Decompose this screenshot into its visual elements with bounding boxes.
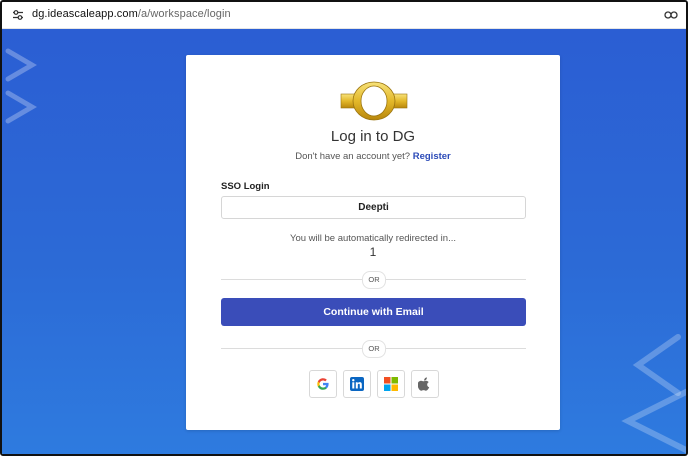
browser-window: dg.ideascaleapp.com/a/workspace/login Lo… [0,0,688,456]
linkedin-login-button[interactable] [343,370,371,398]
page-background: Log in to DG Don't have an account yet? … [2,29,686,454]
decorative-chevrons-top-left [5,48,37,124]
microsoft-login-button[interactable] [377,370,405,398]
sso-login-label: SSO Login [221,181,270,192]
no-account-text: Don't have an account yet? [295,151,411,162]
decorative-chevrons-bottom-right [621,334,686,454]
apple-login-button[interactable] [411,370,439,398]
linkedin-icon [350,377,364,391]
login-card: Log in to DG Don't have an account yet? … [186,55,560,430]
apple-icon [418,377,430,391]
password-key-icon[interactable] [664,9,678,21]
or-label-2: OR [362,340,386,358]
sso-login-field[interactable]: Deepti [221,196,526,219]
redirect-countdown: 1 [369,245,377,259]
page-title: Log in to DG [330,128,416,145]
microsoft-icon [384,377,398,391]
redirect-message: You will be automatically redirected in.… [290,233,456,244]
register-link[interactable]: Register [413,151,451,162]
continue-with-email-button[interactable]: Continue with Email [221,298,526,326]
google-login-button[interactable] [309,370,337,398]
url-path: /a/workspace/login [137,8,231,20]
google-icon [317,378,329,390]
site-settings-icon[interactable] [12,9,24,21]
url-domain: dg.ideascaleapp.com [32,8,138,20]
or-label-1: OR [362,271,386,289]
url-text[interactable]: dg.ideascaleapp.com/a/workspace/login [32,8,231,20]
dg-logo [340,81,408,121]
register-prompt: Don't have an account yet? Register [186,151,560,162]
address-bar[interactable]: dg.ideascaleapp.com/a/workspace/login [2,2,686,29]
